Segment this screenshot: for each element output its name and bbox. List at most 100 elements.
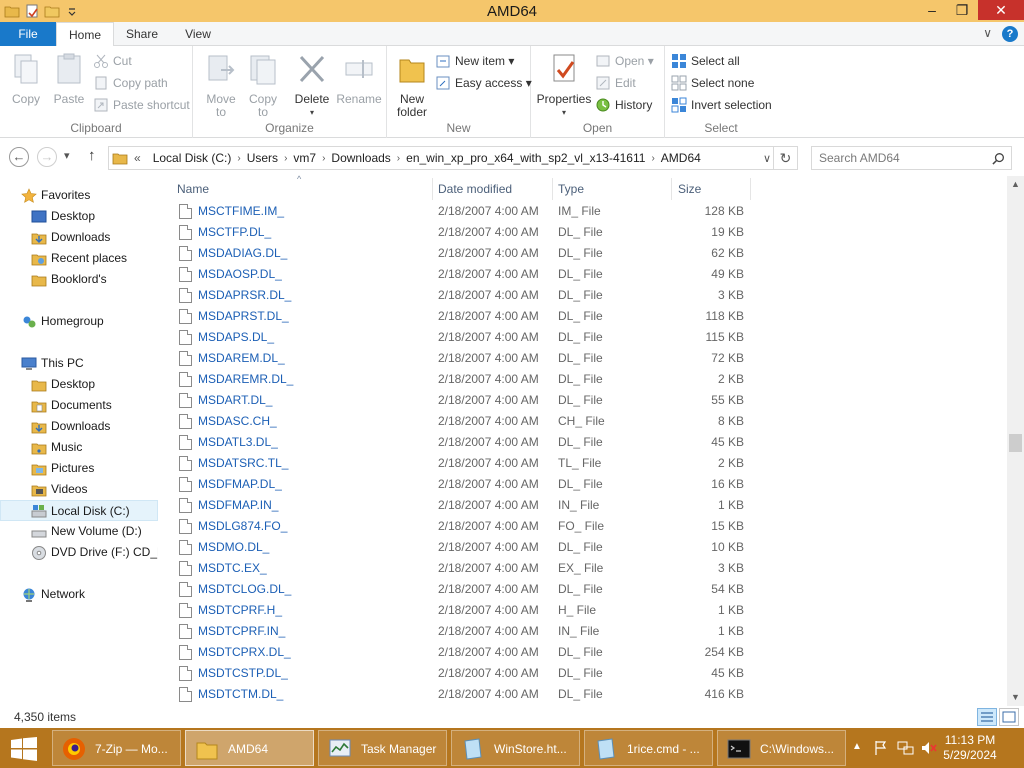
tab-view[interactable]: View bbox=[170, 22, 226, 46]
search-input[interactable]: Search AMD64 bbox=[811, 146, 1012, 170]
paste-button[interactable]: Paste bbox=[50, 52, 88, 106]
edit-button[interactable]: Edit bbox=[595, 73, 636, 93]
delete-dropdown-icon[interactable]: ▾ bbox=[291, 106, 333, 119]
close-button[interactable]: ✕ bbox=[978, 0, 1024, 20]
file-row[interactable]: MSDADIAG.DL_ 2/18/2007 4:00 AM DL_ File 62 … bbox=[172, 243, 750, 264]
system-clock[interactable]: 11:13 PM 5/29/2024 bbox=[935, 733, 1005, 763]
file-row[interactable]: MSDTCPRF.H_ 2/18/2007 4:00 AM H_ File 1 KB bbox=[172, 600, 750, 621]
scroll-up-button[interactable]: ▲ bbox=[1007, 176, 1024, 193]
nav-pc-music[interactable]: Music bbox=[0, 437, 158, 458]
tab-file[interactable]: File bbox=[0, 22, 56, 46]
file-row[interactable]: MSDTCLOG.DL_ 2/18/2007 4:00 AM DL_ File 54 … bbox=[172, 579, 750, 600]
nav-this-pc[interactable]: This PC bbox=[0, 353, 158, 374]
file-row[interactable]: MSDLG874.FO_ 2/18/2007 4:00 AM FO_ File 15 … bbox=[172, 516, 750, 537]
file-row[interactable]: MSDAREM.DL_ 2/18/2007 4:00 AM DL_ File 72 K… bbox=[172, 348, 750, 369]
select-all-button[interactable]: Select all bbox=[671, 51, 740, 71]
scroll-down-button[interactable]: ▼ bbox=[1007, 689, 1024, 706]
file-row[interactable]: MSDATSRC.TL_ 2/18/2007 4:00 AM TL_ File 2 K… bbox=[172, 453, 750, 474]
column-divider[interactable] bbox=[750, 178, 751, 200]
minimize-button[interactable]: – bbox=[918, 0, 946, 20]
column-header-name[interactable]: Name bbox=[177, 178, 209, 200]
copy-to-button[interactable]: Copy to bbox=[243, 52, 283, 119]
copy-button[interactable]: Copy bbox=[6, 52, 46, 106]
file-row[interactable]: MSDAREMR.DL_ 2/18/2007 4:00 AM DL_ File 2 K… bbox=[172, 369, 750, 390]
nav-local-disk[interactable]: Local Disk (C:) bbox=[0, 500, 158, 521]
move-to-button[interactable]: Move to bbox=[201, 52, 241, 119]
easy-access-button[interactable]: Easy access ▾ bbox=[435, 73, 532, 93]
column-divider[interactable] bbox=[671, 178, 672, 200]
file-row[interactable]: MSDTCPRX.DL_ 2/18/2007 4:00 AM DL_ File 254… bbox=[172, 642, 750, 663]
large-icons-view-button[interactable] bbox=[999, 708, 1019, 726]
file-row[interactable]: MSCTFP.DL_ 2/18/2007 4:00 AM DL_ File 19 KB bbox=[172, 222, 750, 243]
file-row[interactable]: MSDTC.EX_ 2/18/2007 4:00 AM EX_ File 3 KB bbox=[172, 558, 750, 579]
address-bar[interactable]: « Local Disk (C:) › Users › vm7 › Downlo… bbox=[108, 146, 798, 170]
file-row[interactable]: MSDTCSTP.DL_ 2/18/2007 4:00 AM DL_ File 45 … bbox=[172, 663, 750, 684]
nav-homegroup[interactable]: Homegroup bbox=[0, 311, 158, 332]
file-row[interactable]: MSDMO.DL_ 2/18/2007 4:00 AM DL_ File 10 KB bbox=[172, 537, 750, 558]
refresh-button[interactable]: ↻ bbox=[773, 147, 797, 169]
taskbar-task-manager[interactable]: Task Manager bbox=[318, 730, 447, 766]
details-view-button[interactable] bbox=[977, 708, 997, 726]
file-row[interactable]: MSDATL3.DL_ 2/18/2007 4:00 AM DL_ File 45 K… bbox=[172, 432, 750, 453]
taskbar-firefox[interactable]: 7-Zip — Mo... bbox=[52, 730, 181, 766]
nav-booklord[interactable]: Booklord's bbox=[0, 269, 158, 290]
breadcrumb-amd64[interactable]: AMD64 bbox=[655, 151, 707, 165]
nav-desktop[interactable]: Desktop bbox=[0, 206, 158, 227]
restore-button[interactable]: ❐ bbox=[948, 0, 976, 20]
back-button[interactable]: ← bbox=[9, 147, 29, 167]
file-row[interactable]: MSDFMAP.IN_ 2/18/2007 4:00 AM IN_ File 1 KB bbox=[172, 495, 750, 516]
open-button[interactable]: Open ▾ bbox=[595, 51, 654, 71]
breadcrumb-local-disk[interactable]: Local Disk (C:) bbox=[147, 151, 238, 165]
breadcrumb-vm7[interactable]: vm7 bbox=[287, 151, 322, 165]
new-folder-button[interactable]: New folder bbox=[391, 52, 433, 119]
copy-path-button[interactable]: Copy path bbox=[93, 73, 168, 93]
help-button[interactable]: ? bbox=[1002, 26, 1018, 42]
network-status-icon[interactable] bbox=[897, 740, 915, 756]
recent-locations-button[interactable]: ▾ bbox=[64, 149, 70, 162]
breadcrumb-iso-folder[interactable]: en_win_xp_pro_x64_with_sp2_vl_x13-41611 bbox=[400, 151, 651, 165]
select-none-button[interactable]: Select none bbox=[671, 73, 754, 93]
column-header-type[interactable]: Type bbox=[558, 178, 584, 200]
column-divider[interactable] bbox=[552, 178, 553, 200]
file-row[interactable]: MSDART.DL_ 2/18/2007 4:00 AM DL_ File 55 KB bbox=[172, 390, 750, 411]
cut-button[interactable]: Cut bbox=[93, 51, 132, 71]
ribbon-collapse-button[interactable]: ∨ bbox=[983, 26, 992, 42]
flag-icon[interactable] bbox=[873, 740, 889, 756]
history-button[interactable]: History bbox=[595, 95, 652, 115]
rename-button[interactable]: Rename bbox=[335, 52, 383, 106]
file-row[interactable]: MSDTCTM.DL_ 2/18/2007 4:00 AM DL_ File 416 … bbox=[172, 684, 750, 705]
taskbar-rice-cmd[interactable]: 1rice.cmd - ... bbox=[584, 730, 713, 766]
nav-new-volume[interactable]: New Volume (D:) bbox=[0, 521, 158, 542]
properties-button[interactable]: Properties ▾ bbox=[535, 52, 593, 119]
file-row[interactable]: MSDAPRST.DL_ 2/18/2007 4:00 AM DL_ File 118… bbox=[172, 306, 750, 327]
delete-button[interactable]: Delete ▾ bbox=[291, 52, 333, 119]
scroll-thumb[interactable] bbox=[1009, 434, 1022, 452]
file-row[interactable]: MSDAPS.DL_ 2/18/2007 4:00 AM DL_ File 115 K… bbox=[172, 327, 750, 348]
taskbar-explorer[interactable]: AMD64 bbox=[185, 730, 314, 766]
address-dropdown-button[interactable]: ∨ bbox=[763, 152, 771, 165]
file-row[interactable]: MSDASC.CH_ 2/18/2007 4:00 AM CH_ File 8 KB bbox=[172, 411, 750, 432]
taskbar-winstore[interactable]: WinStore.ht... bbox=[451, 730, 580, 766]
vertical-scrollbar[interactable]: ▲ ▼ bbox=[1007, 176, 1024, 706]
column-header-size[interactable]: Size bbox=[678, 178, 701, 200]
file-row[interactable]: MSDTCPRF.IN_ 2/18/2007 4:00 AM IN_ File 1 K… bbox=[172, 621, 750, 642]
breadcrumb-downloads[interactable]: Downloads bbox=[325, 151, 396, 165]
invert-selection-button[interactable]: Invert selection bbox=[671, 95, 772, 115]
nav-dvd-drive[interactable]: DVD Drive (F:) CD_R( bbox=[0, 542, 158, 563]
taskbar-cmd[interactable]: C:\Windows... bbox=[717, 730, 846, 766]
file-row[interactable]: MSCTFIME.IM_ 2/18/2007 4:00 AM IM_ File 128… bbox=[172, 201, 750, 222]
windows-start-icon[interactable] bbox=[10, 737, 38, 761]
column-header-date-modified[interactable]: Date modified bbox=[438, 178, 512, 200]
show-hidden-icons-button[interactable]: ▲ bbox=[852, 741, 862, 768]
breadcrumb-overflow[interactable]: « bbox=[128, 151, 147, 165]
nav-pc-desktop[interactable]: Desktop bbox=[0, 374, 158, 395]
nav-pc-documents[interactable]: Documents bbox=[0, 395, 158, 416]
nav-network[interactable]: Network bbox=[0, 584, 158, 605]
properties-dropdown-icon[interactable]: ▾ bbox=[535, 106, 593, 119]
tab-share[interactable]: Share bbox=[114, 22, 170, 46]
breadcrumb-users[interactable]: Users bbox=[241, 151, 284, 165]
tab-home[interactable]: Home bbox=[56, 22, 114, 47]
nav-pc-pictures[interactable]: Pictures bbox=[0, 458, 158, 479]
nav-recent-places[interactable]: Recent places bbox=[0, 248, 158, 269]
new-item-button[interactable]: New item ▾ bbox=[435, 51, 514, 71]
